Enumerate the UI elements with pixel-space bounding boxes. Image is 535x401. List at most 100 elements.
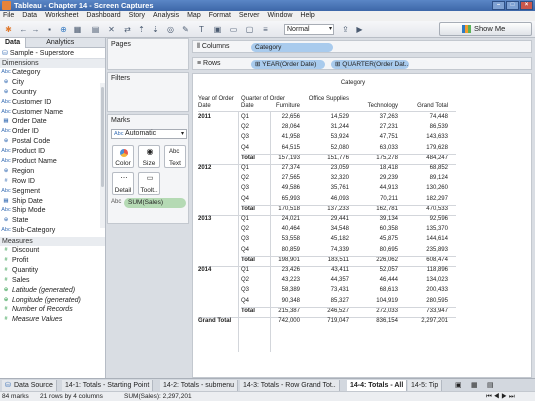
pages-shelf[interactable]: Pages: [107, 38, 189, 70]
menu-map[interactable]: Map: [187, 11, 201, 21]
field-product-name[interactable]: Abc Product Name: [0, 157, 105, 167]
dimensions-scrollbar[interactable]: [100, 83, 105, 228]
minimize-button[interactable]: –: [492, 1, 505, 10]
presentation-icon[interactable]: ▭: [228, 24, 239, 35]
mark-type-dropdown[interactable]: Abc Automatic: [111, 129, 187, 139]
menu-analysis[interactable]: Analysis: [153, 11, 179, 21]
grand-total-cell: 2,297,201: [421, 318, 448, 324]
text-card[interactable]: Abc Text: [164, 145, 186, 168]
field-type-icon: ▦: [3, 118, 9, 125]
sheet-tab-14-5[interactable]: 14-5: Tip: [408, 380, 443, 391]
status-nav-icons[interactable]: ⏮ ◀ ▶ ⏭: [486, 392, 515, 401]
share-icon[interactable]: ⇪: [340, 24, 351, 35]
columns-shelf[interactable]: ⫴ Columns Category: [192, 40, 532, 53]
field-ship-date[interactable]: ▦ Ship Date: [0, 197, 105, 207]
menu-data[interactable]: Data: [22, 11, 37, 21]
new-worksheet-icon[interactable]: ▦: [72, 24, 83, 35]
sheet-tab-14-4[interactable]: 14-4: Totals - All: [347, 380, 408, 391]
field-number-of-records[interactable]: # Number of Records: [0, 305, 105, 315]
filters-shelf[interactable]: Filters: [107, 72, 189, 112]
menu-server[interactable]: Server: [239, 11, 260, 21]
tab-data[interactable]: Data: [0, 38, 27, 48]
field-state[interactable]: ⊕ State: [0, 216, 105, 226]
highlight-icon[interactable]: ✎: [180, 24, 191, 35]
field-product-id[interactable]: Abc Product ID: [0, 147, 105, 157]
rows-shelf[interactable]: ≡ Rows ⊞ YEAR(Order Date) ⊞ QUARTER(Orde…: [192, 57, 532, 70]
sort-ascending-icon[interactable]: ⇡: [136, 24, 147, 35]
format-icon[interactable]: ≡: [260, 24, 271, 35]
furniture-header: Furniture: [275, 103, 300, 109]
field-order-id[interactable]: Abc Order ID: [0, 127, 105, 137]
field-region[interactable]: ⊕ Region: [0, 167, 105, 177]
mark-type-icon: Abc: [114, 131, 124, 137]
new-data-source-icon[interactable]: ⊕: [58, 24, 69, 35]
sheet-tab-14-3[interactable]: 14-3: Totals - Row Grand Tot..: [240, 380, 340, 391]
field-longitude-generated-[interactable]: ⊕ Longitude (generated): [0, 296, 105, 306]
field-type-icon: #: [4, 306, 8, 313]
menu-format[interactable]: Format: [209, 11, 231, 21]
field-customer-id[interactable]: Abc Customer ID: [0, 98, 105, 108]
new-dashboard-icon[interactable]: ▦: [468, 380, 481, 391]
field-sub-category[interactable]: Abc Sub-Category: [0, 226, 105, 236]
field-latitude-generated-[interactable]: ⊕ Latitude (generated): [0, 286, 105, 296]
tooltip-card[interactable]: ▭ Toolt..: [138, 172, 160, 195]
tab-analytics[interactable]: Analytics: [26, 38, 79, 48]
field-country[interactable]: ⊕ Country: [0, 88, 105, 98]
sheet-tab-14-1[interactable]: 14-1: Totals - Starting Point: [62, 380, 154, 391]
field-ship-mode[interactable]: Abc Ship Mode: [0, 206, 105, 216]
menu-dashboard[interactable]: Dashboard: [86, 11, 120, 21]
present-mode-icon[interactable]: ▶: [354, 24, 365, 35]
field-measure-values[interactable]: # Measure Values: [0, 315, 105, 325]
fit-dropdown[interactable]: Normal: [284, 24, 334, 35]
field-label: Quantity: [12, 266, 39, 274]
maximize-button[interactable]: □: [506, 1, 519, 10]
menu-story[interactable]: Story: [129, 11, 145, 21]
new-story-icon[interactable]: ▤: [484, 380, 497, 391]
close-button[interactable]: ×: [520, 1, 533, 10]
category-pill[interactable]: Category: [251, 43, 333, 52]
quarter-order-date-pill[interactable]: ⊞ QUARTER(Order Dat..: [331, 60, 409, 69]
color-card[interactable]: Color: [112, 145, 134, 168]
group-icon[interactable]: ◎: [165, 24, 176, 35]
field-discount[interactable]: # Discount: [0, 246, 105, 256]
tooltip-icon[interactable]: ▢: [244, 24, 255, 35]
field-profit[interactable]: # Profit: [0, 256, 105, 266]
sort-descending-icon[interactable]: ⇣: [150, 24, 161, 35]
subtotal-label: Total: [241, 154, 255, 161]
field-segment[interactable]: Abc Segment: [0, 187, 105, 197]
detail-card[interactable]: ⋯ Detail: [112, 172, 134, 195]
data-source-tab[interactable]: ⛁ Data Source: [2, 380, 57, 391]
field-category[interactable]: Abc Category: [0, 68, 105, 78]
clear-sheet-icon[interactable]: ✕: [106, 24, 117, 35]
menu-help[interactable]: Help: [300, 11, 314, 21]
sheet-tab-14-2[interactable]: 14-2: Totals - submenu: [160, 380, 239, 391]
new-sheet-icon[interactable]: ▣: [452, 380, 465, 391]
field-row-id[interactable]: # Row ID: [0, 177, 105, 187]
field-city[interactable]: ⊕ City: [0, 78, 105, 88]
menu-worksheet[interactable]: Worksheet: [45, 11, 78, 21]
redo-icon[interactable]: →: [30, 24, 41, 35]
field-sales[interactable]: # Sales: [0, 276, 105, 286]
swap-icon[interactable]: ⇄: [122, 24, 133, 35]
duplicate-sheet-icon[interactable]: ▤: [90, 24, 101, 35]
size-card[interactable]: ◉ Size: [138, 145, 160, 168]
field-customer-name[interactable]: Abc Customer Name: [0, 108, 105, 118]
fix-axes-icon[interactable]: ▣: [212, 24, 223, 35]
year-order-date-pill[interactable]: ⊞ YEAR(Order Date): [251, 60, 325, 69]
value-cell: 86,539: [429, 124, 448, 131]
menu-file[interactable]: File: [3, 11, 14, 21]
field-order-date[interactable]: ▦ Order Date: [0, 117, 105, 127]
data-source-item[interactable]: ⛁ Sample - Superstore: [0, 48, 105, 59]
undo-icon[interactable]: ←: [18, 24, 29, 35]
show-me-button[interactable]: Show Me: [439, 22, 532, 36]
value-cell: 90,348: [281, 297, 300, 304]
sum-sales-pill[interactable]: SUM(Sales): [124, 198, 186, 208]
labels-icon[interactable]: T: [196, 24, 207, 35]
menu-window[interactable]: Window: [268, 11, 293, 21]
field-quantity[interactable]: # Quantity: [0, 266, 105, 276]
subtotal-divider: [241, 153, 456, 155]
save-icon[interactable]: ▪: [44, 24, 55, 35]
field-postal-code[interactable]: ⊕ Postal Code: [0, 137, 105, 147]
field-type-icon: Abc: [1, 158, 11, 165]
tableau-logo-icon[interactable]: ✱: [3, 24, 14, 35]
